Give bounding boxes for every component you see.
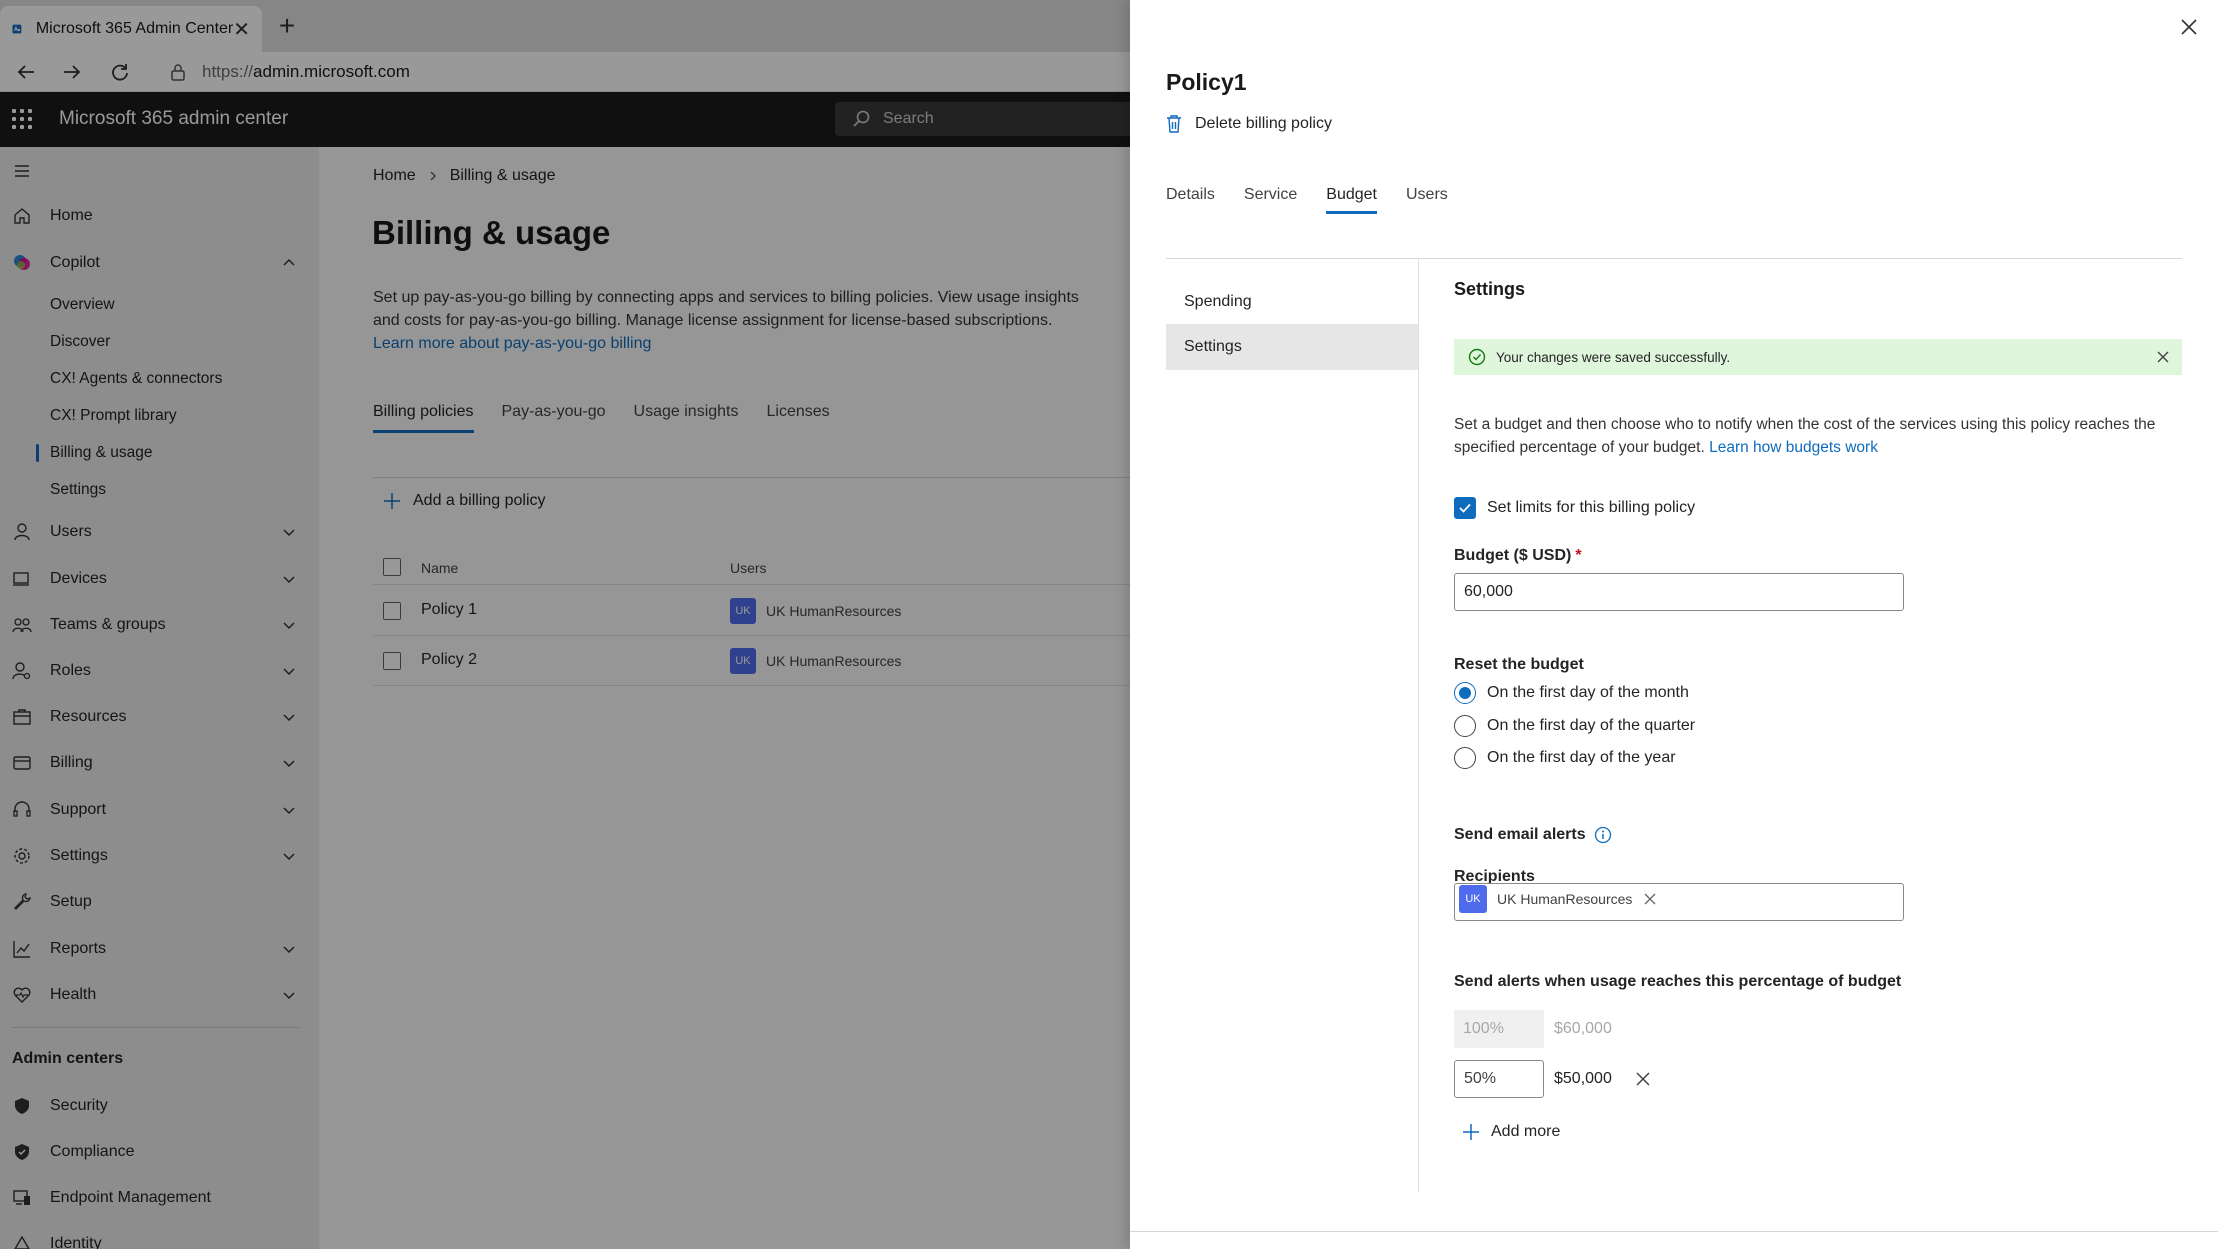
set-limits-label: Set limits for this billing policy [1487, 499, 1696, 516]
radio-year[interactable]: On the first day of the year [1454, 747, 1676, 769]
learn-budgets-link[interactable]: Learn how budgets work [1709, 439, 1878, 456]
threshold-percent-input: 100% [1454, 1010, 1544, 1048]
threshold-amount: $60,000 [1554, 1020, 1612, 1037]
tab-details[interactable]: Details [1166, 186, 1215, 214]
send-email-alerts-label: Send email alerts [1454, 826, 1586, 843]
dismiss-icon[interactable] [2156, 350, 2170, 364]
panel-tabs: Details Service Budget Users [1166, 186, 1477, 214]
budget-label-text: Budget ($ USD) [1454, 547, 1572, 564]
delete-billing-policy-label: Delete billing policy [1195, 115, 1332, 132]
radio-label: On the first day of the month [1487, 684, 1689, 701]
recipient-name: UK HumanResources [1497, 891, 1633, 907]
budget-description: Set a budget and then choose who to noti… [1454, 413, 2182, 459]
reset-budget-label: Reset the budget [1454, 656, 1584, 673]
policy-panel: Policy1 Delete billing policy Details Se… [1130, 0, 2218, 1249]
threshold-label: Send alerts when usage reaches this perc… [1454, 973, 1902, 990]
send-email-alerts-heading: Send email alerts [1454, 826, 1612, 844]
radio-button[interactable] [1454, 747, 1476, 769]
avatar: UK [1459, 885, 1487, 913]
info-icon[interactable] [1594, 826, 1612, 844]
radio-label: On the first day of the quarter [1487, 717, 1696, 734]
tab-users[interactable]: Users [1406, 186, 1448, 214]
add-more-button[interactable]: Add more [1462, 1123, 1560, 1141]
plus-icon [1463, 1124, 1479, 1140]
add-more-label: Add more [1491, 1123, 1561, 1140]
threshold-row: 50% $50,000 [1454, 1060, 1650, 1098]
radio-month[interactable]: On the first day of the month [1454, 682, 1689, 704]
required-mark: * [1575, 547, 1582, 564]
close-icon[interactable] [2178, 16, 2200, 38]
budget-left-nav: Spending Settings [1166, 259, 1419, 1192]
tab-service[interactable]: Service [1244, 186, 1297, 214]
panel-footer-divider [1130, 1231, 2218, 1232]
success-message-text: Your changes were saved successfully. [1496, 349, 1731, 365]
remove-threshold-icon[interactable] [1636, 1072, 1650, 1086]
budget-label: Budget ($ USD) * [1454, 547, 1582, 565]
set-limits-checkbox[interactable]: Set limits for this billing policy [1454, 497, 1695, 519]
radio-quarter[interactable]: On the first day of the quarter [1454, 715, 1695, 737]
nav-settings[interactable]: Settings [1166, 324, 1418, 370]
remove-recipient-icon[interactable] [1644, 893, 1656, 905]
recipient-chip: UK UK HumanResources [1459, 885, 1656, 913]
budget-input[interactable]: 60,000 [1454, 573, 1904, 611]
checkbox-checked[interactable] [1454, 497, 1476, 519]
modal-overlay[interactable] [0, 0, 1130, 1249]
success-message-bar: Your changes were saved successfully. [1454, 339, 2182, 375]
threshold-percent-input[interactable]: 50% [1454, 1060, 1544, 1098]
radio-button-selected[interactable] [1454, 682, 1476, 704]
threshold-amount: $50,000 [1554, 1070, 1612, 1087]
threshold-row: 100% $60,000 [1454, 1010, 1612, 1048]
panel-title: Policy1 [1166, 69, 1247, 95]
nav-spending[interactable]: Spending [1166, 279, 1418, 325]
tab-budget[interactable]: Budget [1326, 186, 1377, 214]
checkmark-circle-icon [1468, 348, 1486, 366]
radio-label: On the first day of the year [1487, 749, 1676, 766]
delete-billing-policy-button[interactable]: Delete billing policy [1166, 114, 1332, 134]
trash-icon [1167, 115, 1181, 133]
checkmark-icon [1459, 503, 1471, 513]
radio-button[interactable] [1454, 715, 1476, 737]
settings-title: Settings [1454, 279, 1526, 299]
